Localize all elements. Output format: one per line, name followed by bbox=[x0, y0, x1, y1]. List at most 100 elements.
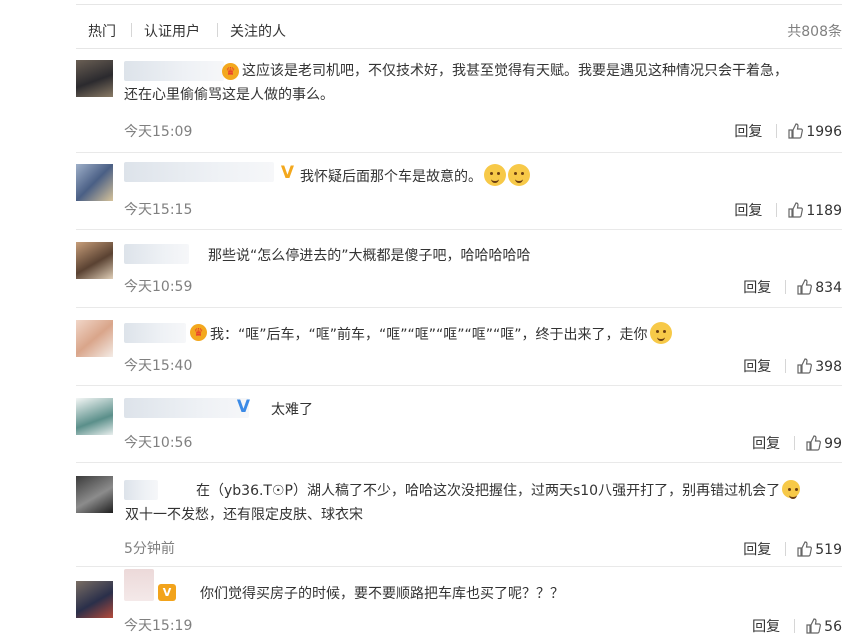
like-button[interactable]: 99 bbox=[805, 435, 842, 452]
avatar[interactable] bbox=[76, 581, 113, 618]
username-blurred[interactable] bbox=[124, 480, 158, 500]
avatar[interactable] bbox=[76, 164, 113, 201]
comment-text: 太难了 bbox=[271, 398, 313, 422]
like-count: 99 bbox=[824, 436, 842, 452]
username-blurred[interactable] bbox=[124, 323, 186, 343]
comment-time: 今天10:59 bbox=[124, 279, 193, 295]
comment-text-line: 在（yb36.T☉P）湖人稿了不少，哈哈这次没把握住，过两天s10八强开打了，别… bbox=[196, 483, 781, 499]
comment-text-line: 那些说“怎么停进去的”大概都是傻子吧，哈哈哈哈哈 bbox=[208, 248, 531, 264]
comment-total-count: 共808条 bbox=[787, 24, 842, 40]
reply-button[interactable]: 回复 bbox=[743, 277, 771, 297]
reply-button[interactable]: 回复 bbox=[752, 433, 780, 453]
comment-actions: 回复 99 bbox=[752, 433, 842, 453]
thumbs-up-icon bbox=[797, 358, 813, 374]
reply-button[interactable]: 回复 bbox=[743, 539, 771, 559]
comment-item: V 我怀疑后面那个车是故意的。 今天15:15 回复 1189 bbox=[76, 152, 842, 230]
username-blurred[interactable] bbox=[124, 569, 154, 601]
reply-button[interactable]: 回复 bbox=[734, 121, 762, 141]
thumbs-up-icon bbox=[788, 202, 804, 218]
username-blurred[interactable] bbox=[124, 162, 274, 182]
red-v-icon: V bbox=[158, 584, 176, 601]
blue-v-icon: V bbox=[236, 397, 251, 417]
comment-item: ♛ 这应该是老司机吧，不仅技术好，我甚至觉得有天赋。我要是遇见这种情况只会干着急… bbox=[76, 50, 842, 153]
action-separator bbox=[794, 436, 796, 450]
comment-text-line: 我：“哐”后车，“哐”前车，“哐”“哐”“哐”“哐”“哐”，终于出来了，走你 bbox=[210, 327, 648, 343]
comment-text: 那些说“怎么停进去的”大概都是傻子吧，哈哈哈哈哈 bbox=[208, 244, 531, 268]
comment-actions: 回复 519 bbox=[743, 539, 842, 559]
comment-item: ♛ 我：“哐”后车，“哐”前车，“哐”“哐”“哐”“哐”“哐”，终于出来了，走你… bbox=[76, 307, 842, 386]
comment-text-line: 还在心里偷偷骂这是人做的事么。 bbox=[124, 87, 334, 103]
comment-item: 那些说“怎么停进去的”大概都是傻子吧，哈哈哈哈哈 今天10:59 回复 834 bbox=[76, 229, 842, 308]
comment-text-line: 太难了 bbox=[271, 402, 313, 418]
crown-icon: ♛ bbox=[222, 63, 239, 80]
comment-actions: 回复 398 bbox=[743, 356, 842, 376]
reply-button[interactable]: 回复 bbox=[734, 200, 762, 220]
tab-verified-users[interactable]: 认证用户 bbox=[144, 21, 200, 41]
comment-text: 在（yb36.T☉P）湖人稿了不少，哈哈这次没把握住，过两天s10八强开打了，别… bbox=[125, 479, 801, 527]
like-button[interactable]: 398 bbox=[796, 358, 842, 375]
avatar[interactable] bbox=[76, 60, 113, 97]
tab-hot[interactable]: 热门 bbox=[88, 21, 116, 41]
tab-separator bbox=[217, 23, 218, 37]
reply-button[interactable]: 回复 bbox=[752, 616, 780, 636]
action-separator bbox=[794, 619, 796, 633]
comment-text: 我：“哐”后车，“哐”前车，“哐”“哐”“哐”“哐”“哐”，终于出来了，走你 bbox=[210, 322, 672, 347]
avatar[interactable] bbox=[76, 242, 113, 279]
thumbs-up-icon bbox=[806, 435, 822, 451]
action-separator bbox=[776, 203, 778, 217]
comment-actions: 回复 56 bbox=[752, 616, 842, 636]
action-separator bbox=[776, 124, 778, 138]
comment-time: 5分钟前 bbox=[124, 541, 175, 557]
thumbs-up-icon bbox=[797, 541, 813, 557]
like-button[interactable]: 834 bbox=[796, 279, 842, 296]
grin-emoji-icon bbox=[782, 480, 801, 499]
like-count: 1189 bbox=[806, 203, 842, 219]
doge-emoji-icon bbox=[649, 322, 672, 344]
comment-actions: 回复 834 bbox=[743, 277, 842, 297]
comment-item: V 太难了 今天10:56 回复 99 bbox=[76, 385, 842, 463]
comment-text-line: 双十一不发愁，还有限定皮肤、球衣宋 bbox=[125, 507, 363, 523]
doge-emoji-icon bbox=[508, 164, 530, 186]
top-divider bbox=[76, 4, 842, 5]
like-button[interactable]: 1189 bbox=[787, 202, 842, 219]
comment-time: 今天15:40 bbox=[124, 358, 193, 374]
reply-button[interactable]: 回复 bbox=[743, 356, 771, 376]
comment-time: 今天10:56 bbox=[124, 435, 193, 451]
comment-text-line: 这应该是老司机吧，不仅技术好，我甚至觉得有天赋。我要是遇见这种情况只会干着急， bbox=[242, 63, 788, 79]
avatar[interactable] bbox=[76, 398, 113, 435]
comment-text: 我怀疑后面那个车是故意的。 bbox=[300, 164, 530, 189]
comment-item: 在（yb36.T☉P）湖人稿了不少，哈哈这次没把握住，过两天s10八强开打了，别… bbox=[76, 462, 842, 567]
comment-actions: 回复 1996 bbox=[734, 121, 842, 141]
username-blurred[interactable] bbox=[124, 398, 249, 418]
like-button[interactable]: 519 bbox=[796, 541, 842, 558]
thumbs-up-icon bbox=[797, 279, 813, 295]
like-count: 398 bbox=[815, 359, 842, 375]
thumbs-up-icon bbox=[788, 123, 804, 139]
tab-separator bbox=[131, 23, 132, 37]
action-separator bbox=[785, 542, 787, 556]
action-separator bbox=[785, 280, 787, 294]
yellow-v-icon: V bbox=[280, 163, 295, 183]
comment-item: V 你们觉得买房子的时候，要不要顺路把车库也买了呢？？？ 今天15:19 回复 5… bbox=[76, 566, 842, 643]
comment-text: 你们觉得买房子的时候，要不要顺路把车库也买了呢？？？ bbox=[200, 582, 564, 606]
doge-emoji-icon bbox=[484, 164, 506, 186]
username-blurred[interactable] bbox=[124, 244, 189, 264]
like-button[interactable]: 56 bbox=[805, 618, 842, 635]
like-button[interactable]: 1996 bbox=[787, 123, 842, 140]
like-count: 519 bbox=[815, 542, 842, 558]
avatar[interactable] bbox=[76, 476, 113, 513]
comment-tabs: 热门 认证用户 关注的人 共808条 bbox=[76, 12, 842, 49]
comment-text-line: 你们觉得买房子的时候，要不要顺路把车库也买了呢？？？ bbox=[200, 586, 564, 602]
avatar[interactable] bbox=[76, 320, 113, 357]
comment-text-line: 我怀疑后面那个车是故意的。 bbox=[300, 169, 482, 185]
thumbs-up-icon bbox=[806, 618, 822, 634]
action-separator bbox=[785, 359, 787, 373]
comment-actions: 回复 1189 bbox=[734, 200, 842, 220]
comment-time: 今天15:09 bbox=[124, 124, 193, 140]
comment-time: 今天15:15 bbox=[124, 202, 193, 218]
username-blurred[interactable] bbox=[124, 61, 224, 81]
like-count: 56 bbox=[824, 619, 842, 635]
tab-following[interactable]: 关注的人 bbox=[230, 21, 286, 41]
comment-time: 今天15:19 bbox=[124, 618, 193, 634]
comment-text: 这应该是老司机吧，不仅技术好，我甚至觉得有天赋。我要是遇见这种情况只会干着急， … bbox=[124, 59, 788, 107]
